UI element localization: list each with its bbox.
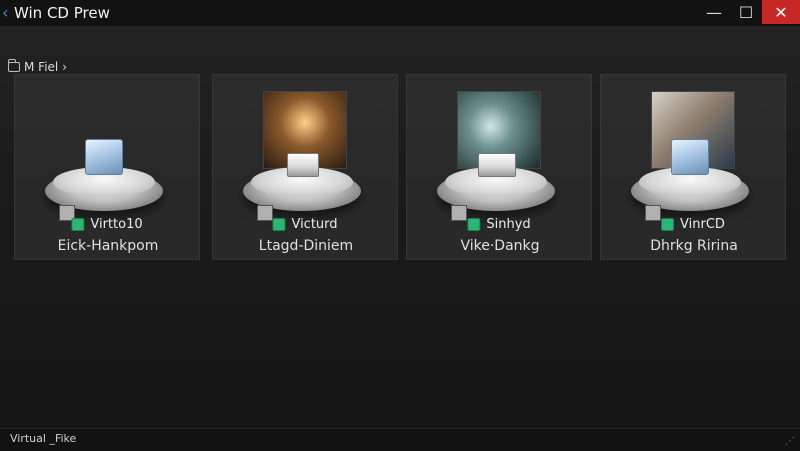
breadcrumb[interactable]: M Fiel › xyxy=(8,59,67,75)
window-title: Win CD Prew xyxy=(14,4,110,22)
tile-title: Virtto10 xyxy=(71,217,143,232)
status-icon xyxy=(272,218,286,231)
tile-name: Virtto10 xyxy=(90,217,143,232)
tile-subtitle: Ltagd-Diniem xyxy=(258,238,354,254)
tile-3[interactable]: Sinhyd Vike·Dankg xyxy=(406,74,592,260)
disc-drive-icon xyxy=(631,139,749,221)
close-icon: ✕ xyxy=(774,2,788,22)
chevron-right-icon: › xyxy=(62,60,68,74)
status-icon xyxy=(467,218,481,231)
disc-drive-icon xyxy=(243,153,361,221)
tile-name: Sinhyd xyxy=(486,217,531,232)
status-bar: Virtual _Fike ⋰ xyxy=(0,428,800,451)
maximize-button[interactable]: ☐ xyxy=(730,0,762,24)
disc-drive-icon xyxy=(45,139,163,221)
content-area: M Fiel › Virtto10 Eick-Hankpom Victurd L… xyxy=(0,26,800,428)
tile-2[interactable]: Victurd Ltagd-Diniem xyxy=(212,74,398,260)
close-button[interactable]: ✕ xyxy=(762,0,800,24)
tile-subtitle: Vike·Dankg xyxy=(460,238,540,254)
tile-title: Victurd xyxy=(272,217,338,232)
minimize-button[interactable]: — xyxy=(698,0,730,24)
tile-1[interactable]: Virtto10 Eick-Hankpom xyxy=(14,74,200,260)
maximize-icon: ☐ xyxy=(738,2,754,22)
minimize-icon: — xyxy=(706,2,722,22)
tile-title: VinrCD xyxy=(661,217,725,232)
disc-drive-icon xyxy=(437,153,555,221)
tile-subtitle: Eick-Hankpom xyxy=(57,238,159,254)
tile-4[interactable]: VinrCD Dhrkg Ririna xyxy=(600,74,786,260)
status-icon xyxy=(661,218,675,231)
breadcrumb-label: M Fiel xyxy=(24,60,59,74)
tile-subtitle: Dhrkg Ririna xyxy=(650,238,738,254)
tile-name: VinrCD xyxy=(680,217,725,232)
status-icon xyxy=(71,218,85,231)
tile-title: Sinhyd xyxy=(467,217,531,232)
status-text: Virtual _Fike xyxy=(10,432,77,445)
folder-icon xyxy=(8,59,20,72)
tile-name: Victurd xyxy=(291,217,338,232)
resize-grip-icon[interactable]: ⋰ xyxy=(785,436,797,448)
back-icon[interactable]: ‹ xyxy=(2,4,14,22)
title-bar: ‹ Win CD Prew — ☐ ✕ xyxy=(0,0,800,27)
